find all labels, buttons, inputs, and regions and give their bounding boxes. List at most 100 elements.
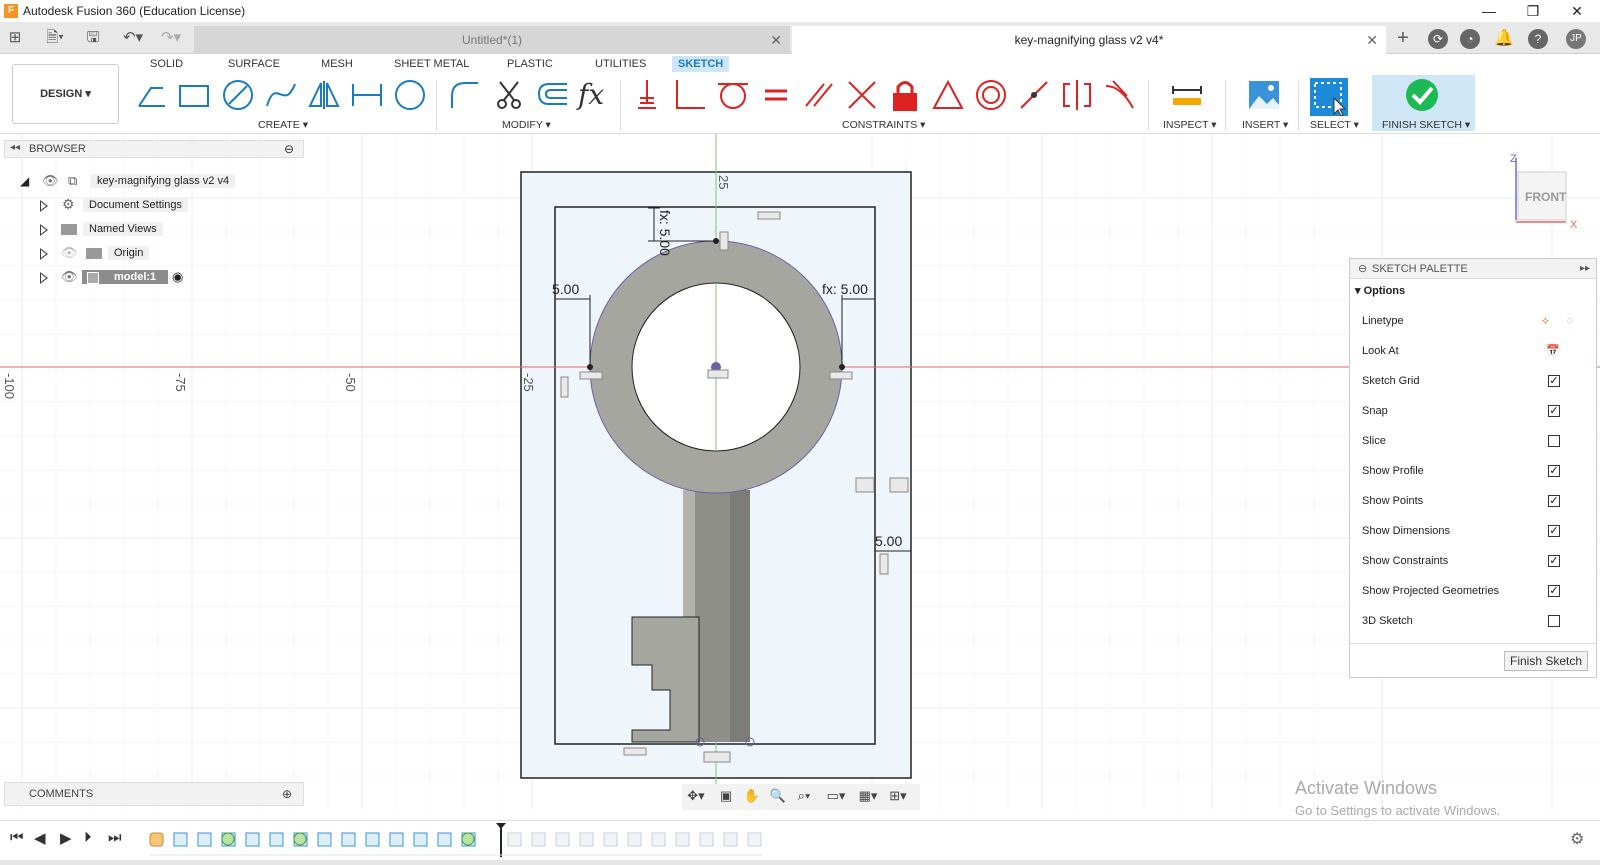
dimension-left[interactable]: 5.00 xyxy=(552,281,579,297)
select-tool-icon[interactable] xyxy=(1310,78,1348,117)
expand-triangle-icon[interactable] xyxy=(40,200,48,212)
measure-tool-icon[interactable] xyxy=(1170,78,1204,112)
circle-tool-icon[interactable] xyxy=(221,78,255,112)
parameters-fx-icon[interactable]: fx xyxy=(578,78,612,112)
browser-item-document-settings[interactable]: ⚙ Document Settings xyxy=(0,195,300,215)
finish-sketch-ribbon-button[interactable]: FINISH SKETCH ▾ xyxy=(1372,75,1475,131)
play-icon[interactable]: ▶ xyxy=(60,829,72,847)
expand-triangle-icon[interactable] xyxy=(40,272,48,284)
tab-utilities[interactable]: UTILITIES xyxy=(595,58,646,70)
viewports-icon[interactable]: ⊞▾ xyxy=(888,788,908,806)
look-at-icon[interactable]: ▣ xyxy=(716,788,736,806)
tab-plastic[interactable]: PLASTIC xyxy=(507,58,553,70)
minimize-button[interactable]: — xyxy=(1466,0,1512,22)
app-grid-icon[interactable]: ⊞ xyxy=(6,29,24,47)
notifications-icon[interactable]: 🔔 xyxy=(1494,29,1514,49)
browser-item-named-views[interactable]: Named Views xyxy=(0,219,300,239)
line-tool-icon[interactable] xyxy=(135,78,169,112)
mirror-tool-icon[interactable] xyxy=(307,78,341,112)
dimension-top[interactable]: fx: 5.00 xyxy=(657,210,673,256)
sketch-grid-checkbox[interactable]: ✓ xyxy=(1548,375,1560,387)
zoom-fit-icon[interactable]: ⌕▾ xyxy=(794,788,814,806)
look-at-icon[interactable]: 📅 xyxy=(1546,341,1560,361)
tab-sheet-metal[interactable]: SHEET METAL xyxy=(394,58,469,70)
zoom-window-icon[interactable]: 🔍 xyxy=(768,788,788,806)
tab-mesh[interactable]: MESH xyxy=(321,58,353,70)
timeline-features[interactable] xyxy=(146,821,766,859)
view-cube[interactable]: FRONT Z X xyxy=(1504,150,1594,235)
show-points-checkbox[interactable]: ✓ xyxy=(1548,495,1560,507)
maximize-button[interactable]: ❐ xyxy=(1510,0,1556,22)
extensions-icon[interactable]: ⟳ xyxy=(1428,29,1448,49)
palette-expand-icon[interactable]: ▸▸ xyxy=(1580,259,1590,279)
3d-sketch-checkbox[interactable] xyxy=(1548,615,1560,627)
trim-tool-icon[interactable] xyxy=(492,78,526,112)
help-icon[interactable]: ? xyxy=(1528,29,1548,49)
insert-image-icon[interactable] xyxy=(1247,78,1281,112)
browser-item-origin[interactable]: 👁 Origin xyxy=(0,243,300,263)
options-section[interactable]: ▾ Options xyxy=(1355,281,1580,301)
inspect-menu[interactable]: INSPECT ▾ xyxy=(1163,119,1217,131)
fix-lock-icon[interactable] xyxy=(888,78,922,112)
select-menu[interactable]: SELECT ▾ xyxy=(1310,119,1359,131)
dimension-side[interactable]: 5.00 xyxy=(875,533,902,549)
view-cube-face[interactable]: FRONT xyxy=(1525,190,1567,204)
close-tab-icon[interactable]: ✕ xyxy=(1366,26,1378,54)
redo-icon[interactable]: ↷▾ xyxy=(156,29,186,47)
tangent-constraint-icon[interactable] xyxy=(716,78,750,112)
tab-surface[interactable]: SURFACE xyxy=(228,58,280,70)
go-to-end-icon[interactable]: ⏭ xyxy=(108,829,122,846)
rectangle-tool-icon[interactable] xyxy=(177,78,211,112)
concentric-constraint-icon[interactable] xyxy=(974,78,1008,112)
step-forward-icon[interactable]: ⏵ xyxy=(84,829,92,846)
midpoint-constraint-icon[interactable] xyxy=(931,78,965,112)
visibility-eye-icon[interactable]: 👁 xyxy=(61,269,78,285)
new-tab-icon[interactable]: + xyxy=(1394,28,1412,48)
show-dimensions-checkbox[interactable]: ✓ xyxy=(1548,525,1560,537)
pan-hand-icon[interactable]: ✋ xyxy=(742,788,762,806)
curvature-constraint-icon[interactable] xyxy=(1103,78,1137,112)
sketch-palette-header[interactable]: ⊖ SKETCH PALETTE ▸▸ xyxy=(1350,259,1596,279)
offset-tool-icon[interactable] xyxy=(535,78,569,112)
user-avatar[interactable]: JP xyxy=(1566,29,1586,49)
tab-key-magnifying-glass[interactable]: key-magnifying glass v2 v4* ✕ xyxy=(792,26,1386,54)
symmetry-constraint-icon[interactable] xyxy=(1060,78,1094,112)
create-menu[interactable]: CREATE ▾ xyxy=(258,119,308,131)
go-to-start-icon[interactable]: ⏮ xyxy=(10,829,24,846)
display-settings-icon[interactable]: ▭▾ xyxy=(826,788,846,806)
orbit-icon[interactable]: ✥▾ xyxy=(686,788,706,806)
equal-constraint-icon[interactable] xyxy=(759,78,793,112)
coincident-constraint-icon[interactable] xyxy=(673,78,707,112)
horizontal-vertical-constraint-icon[interactable] xyxy=(630,78,664,112)
fillet-tool-icon[interactable] xyxy=(447,78,481,112)
dimension-right[interactable]: fx: 5.00 xyxy=(822,281,868,297)
dimension-line-tool-icon[interactable] xyxy=(350,78,384,112)
collapse-triangle-icon[interactable]: ◢ xyxy=(20,174,29,188)
snap-checkbox[interactable]: ✓ xyxy=(1548,405,1560,417)
hidden-eye-icon[interactable]: 👁 xyxy=(61,245,78,261)
activate-component-icon[interactable]: ◉ xyxy=(172,269,183,285)
show-constraints-checkbox[interactable]: ✓ xyxy=(1548,555,1560,567)
constraints-menu[interactable]: CONSTRAINTS ▾ xyxy=(842,119,925,131)
browser-item-model[interactable]: 👁 model:1 ◉ xyxy=(0,267,300,287)
close-window-button[interactable]: ✕ xyxy=(1554,0,1600,22)
centerline-linetype-icon[interactable]: ◌ xyxy=(1566,311,1573,331)
show-profile-checkbox[interactable]: ✓ xyxy=(1548,465,1560,477)
palette-minimize-icon[interactable]: ⊖ xyxy=(1358,259,1367,279)
collapse-panel-icon[interactable]: ◂◂ xyxy=(10,142,20,153)
finish-sketch-button[interactable]: Finish Sketch xyxy=(1504,651,1588,671)
file-menu-icon[interactable]: 🗎▾ xyxy=(40,29,70,47)
grid-settings-icon[interactable]: ▦▾ xyxy=(858,788,878,806)
insert-menu[interactable]: INSERT ▾ xyxy=(1242,119,1288,131)
modify-menu[interactable]: MODIFY ▾ xyxy=(502,119,551,131)
step-back-icon[interactable]: ◀ xyxy=(34,829,46,847)
browser-root-row[interactable]: ◢ 👁 ⧉ key-magnifying glass v2 v4 xyxy=(0,171,300,191)
parallel-constraint-icon[interactable] xyxy=(802,78,836,112)
browser-minimize-icon[interactable]: ⊖ xyxy=(284,142,294,156)
tab-sketch[interactable]: SKETCH xyxy=(672,56,730,72)
save-icon[interactable]: 🖫 xyxy=(84,29,102,47)
job-status-icon[interactable]: ◔ xyxy=(1460,29,1480,49)
expand-triangle-icon[interactable] xyxy=(40,224,48,236)
perpendicular-constraint-icon[interactable] xyxy=(845,78,879,112)
close-tab-icon[interactable]: ✕ xyxy=(770,26,782,54)
